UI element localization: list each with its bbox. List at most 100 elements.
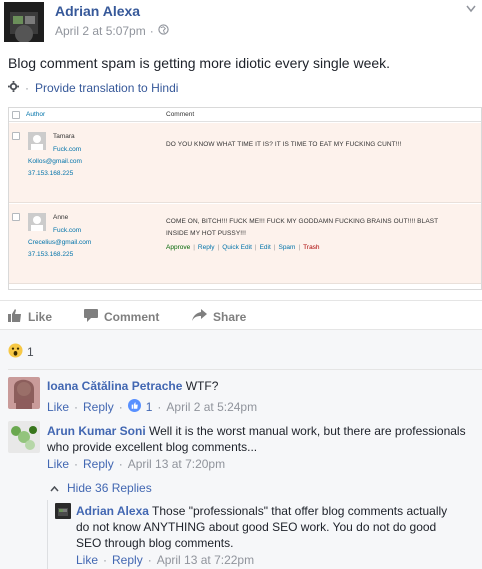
- comment: Ioana Cătălina Petrache WTF?: [47, 379, 218, 393]
- comment-actions: Like · Reply · 1 · April 2 at 5:24pm: [47, 399, 257, 415]
- screenshot-table-header: Author Comment: [9, 108, 481, 122]
- row-ip: 37.153.168.225: [28, 170, 74, 177]
- reply-time[interactable]: April 13 at 7:22pm: [157, 553, 254, 567]
- reply-reply-link[interactable]: Reply: [112, 553, 143, 567]
- row-action-trash: Trash: [303, 244, 320, 251]
- row-ip: 37.153.168.225: [28, 251, 74, 258]
- separator: ·: [157, 400, 162, 414]
- row-action-edit: Edit: [259, 244, 271, 251]
- comment-time[interactable]: April 13 at 7:20pm: [128, 457, 225, 471]
- hide-replies-label: Hide 36 Replies: [67, 481, 152, 495]
- row-actions: Approve | Reply | Quick Edit | Edit | Sp…: [166, 243, 320, 253]
- thumbs-up-icon: [8, 309, 22, 325]
- comment-label: Comment: [104, 310, 160, 324]
- row-email: Kollos@gmail.com: [28, 158, 82, 165]
- reply-avatar[interactable]: [55, 503, 71, 519]
- speech-bubble-icon: [84, 309, 98, 325]
- reply-text-line1: Those "professionals" that offer blog co…: [152, 504, 448, 518]
- globe-icon: [158, 24, 169, 38]
- comment-like-link[interactable]: Like: [47, 400, 69, 414]
- select-all-checkbox: [12, 111, 20, 119]
- gear-icon: [8, 81, 19, 95]
- wow-reaction-icon: [8, 343, 23, 361]
- reply-author[interactable]: Adrian Alexa: [76, 504, 149, 518]
- reply-text-line2: do not know ANYTHING about good SEO work…: [76, 520, 437, 534]
- row-name: Anne: [53, 214, 69, 221]
- row-action-sep: |: [217, 244, 220, 251]
- separator: ·: [74, 457, 79, 471]
- comment: Arun Kumar Soni Well it is the worst man…: [47, 423, 479, 455]
- separator: ·: [118, 457, 123, 471]
- commenter-avatar[interactable]: [8, 421, 40, 453]
- gravatar-icon: [28, 132, 46, 150]
- reactions-count: 1: [27, 345, 34, 359]
- comment-like-link[interactable]: Like: [47, 457, 69, 471]
- post-timestamp[interactable]: April 2 at 5:07pm: [55, 24, 146, 38]
- comment-author[interactable]: Ioana Cătălina Petrache: [47, 379, 182, 393]
- translate-row[interactable]: · Provide translation to Hindi: [8, 81, 178, 95]
- reply-thread-line: [47, 500, 48, 569]
- reactions-summary[interactable]: 1: [8, 343, 34, 361]
- row-comment-line1: COME ON, BITCH!!! FUCK ME!!! FUCK MY GOD…: [166, 218, 439, 225]
- spam-row: Anne Fuck.com Crecelius@gmail.com 37.153…: [9, 204, 481, 284]
- comment-text-line1: Well it is the worst manual work, but th…: [149, 424, 466, 438]
- row-site: Fuck.com: [53, 227, 82, 234]
- row-site: Fuck.com: [53, 146, 82, 153]
- comment-time[interactable]: April 2 at 5:24pm: [166, 400, 257, 414]
- hide-replies-toggle[interactable]: Hide 36 Replies: [50, 481, 152, 495]
- post-text: Blog comment spam is getting more idioti…: [8, 55, 391, 71]
- row-action-reply: Reply: [197, 244, 215, 251]
- row-email: Crecelius@gmail.com: [28, 239, 92, 246]
- row-checkbox: [12, 132, 20, 140]
- row-name: Tamara: [53, 133, 75, 140]
- row-action-approve: Approve: [166, 244, 191, 251]
- row-action-sep: |: [254, 244, 257, 251]
- row-action-quick-edit: Quick Edit: [222, 244, 252, 251]
- post-author-name[interactable]: Adrian Alexa: [55, 3, 140, 19]
- spam-screenshot: Author Comment Tamara Fuck.com Kollos@gm…: [8, 107, 482, 290]
- comment-button[interactable]: Comment: [84, 309, 159, 325]
- comment-likes-count[interactable]: 1: [146, 400, 153, 414]
- author-avatar[interactable]: [4, 2, 44, 42]
- post-meta: April 2 at 5:07pm ·: [55, 24, 169, 38]
- translate-link[interactable]: Provide translation to Hindi: [35, 81, 178, 95]
- reply-actions: Like · Reply · April 13 at 7:22pm: [76, 553, 254, 567]
- comment-text-line2: who provide excellent blog comments...: [47, 440, 258, 454]
- comment-actions: Like · Reply · April 13 at 7:20pm: [47, 457, 225, 471]
- chevron-down-icon[interactable]: [466, 2, 476, 13]
- like-button[interactable]: Like: [8, 309, 52, 325]
- comment-reply-link[interactable]: Reply: [83, 457, 114, 471]
- comments-section: 1 Ioana Cătălina Petrache WTF? Like · Re…: [0, 330, 482, 569]
- chevron-up-icon: [50, 481, 59, 495]
- row-action-sep: |: [298, 244, 301, 251]
- share-label: Share: [213, 310, 247, 324]
- col-author: Author: [26, 111, 46, 118]
- comment-reply-link[interactable]: Reply: [83, 400, 114, 414]
- col-comment: Comment: [166, 111, 195, 118]
- row-comment-line2: INSIDE MY HOT PUSSY!!!: [166, 230, 246, 237]
- reply-text-line3: SEO through blog comments.: [76, 536, 234, 550]
- commenter-avatar[interactable]: [8, 377, 40, 409]
- separator: ·: [147, 553, 152, 567]
- separator: ·: [74, 400, 79, 414]
- row-action-sep: |: [193, 244, 195, 251]
- comment-text: WTF?: [185, 379, 219, 393]
- row-action-sep: |: [273, 244, 276, 251]
- like-badge-icon: [127, 399, 141, 415]
- row-comment: DO YOU KNOW WHAT TIME IT IS? IT IS TIME …: [166, 141, 402, 148]
- meta-separator: ·: [149, 24, 154, 38]
- share-button[interactable]: Share: [192, 309, 246, 325]
- separator: ·: [118, 400, 123, 414]
- gravatar-icon: [28, 213, 46, 231]
- row-action-spam: Spam: [278, 244, 296, 251]
- translate-separator: ·: [25, 81, 29, 95]
- row-checkbox: [12, 213, 20, 221]
- spam-row: Tamara Fuck.com Kollos@gmail.com 37.153.…: [9, 123, 481, 203]
- reply: Adrian Alexa Those "professionals" that …: [76, 503, 476, 551]
- comment-author[interactable]: Arun Kumar Soni: [47, 424, 146, 438]
- post-action-bar: Like Comment Share: [0, 300, 482, 330]
- separator: ·: [103, 553, 108, 567]
- reply-like-link[interactable]: Like: [76, 553, 98, 567]
- like-label: Like: [28, 310, 53, 324]
- divider: [8, 369, 482, 370]
